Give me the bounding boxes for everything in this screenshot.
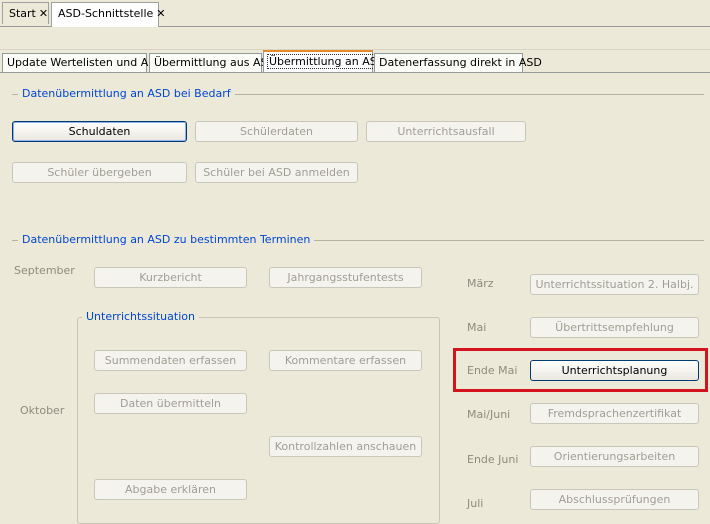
group-title-unterrichtssituation: Unterrichtssituation	[82, 310, 199, 323]
tab-label: Übermittlung an ASD	[266, 54, 388, 69]
close-icon[interactable]: ✕	[39, 7, 48, 20]
tab-label: Update Wertelisten und ASV	[7, 56, 163, 69]
tab-label: Datenerfassung direkt in ASD	[379, 56, 542, 69]
orientierungsarbeiten-button[interactable]: Orientierungsarbeiten	[530, 446, 699, 467]
doc-tab-asd-schnittstelle[interactable]: ASD-Schnittstelle ✕	[51, 2, 166, 27]
tab-body-border	[0, 72, 710, 73]
jahrgangsstufentests-button[interactable]: Jahrgangsstufentests	[269, 267, 422, 288]
month-label-september: September	[14, 264, 75, 277]
tab-datenerfassung-direkt[interactable]: Datenerfassung direkt in ASD	[374, 53, 542, 72]
unterrichtsausfall-button[interactable]: Unterrichtsausfall	[366, 121, 526, 142]
uebertrittsempfehlung-button[interactable]: Übertrittsempfehlung	[530, 317, 699, 338]
month-label-ende-juni: Ende Juni	[467, 453, 519, 466]
daten-uebermitteln-button[interactable]: Daten übermitteln	[94, 393, 247, 414]
tab-uebermittlung-an-asd[interactable]: Übermittlung an ASD	[263, 50, 388, 73]
doc-tab-label: ASD-Schnittstelle	[58, 7, 154, 20]
close-icon[interactable]: ✕	[156, 7, 165, 20]
abschlusspruefungen-button[interactable]: Abschlussprüfungen	[530, 489, 699, 510]
month-label-mai: Mai	[467, 321, 487, 334]
tab-uebermittlung-aus-asd[interactable]: Übermittlung aus ASD	[149, 53, 276, 72]
document-tab-strip: Start ✕ ASD-Schnittstelle ✕	[0, 0, 710, 27]
month-label-mai-juni: Mai/Juni	[467, 408, 511, 421]
tab-label: Übermittlung aus ASD	[154, 56, 276, 69]
month-label-maerz: März	[467, 277, 494, 290]
month-label-ende-mai: Ende Mai	[467, 364, 518, 377]
doc-tab-start[interactable]: Start ✕	[2, 2, 49, 24]
kontrollzahlen-anschauen-button[interactable]: Kontrollzahlen anschauen	[269, 436, 422, 457]
group-title-termine: Datenübermittlung an ASD zu bestimmten T…	[18, 233, 315, 246]
month-label-oktober: Oktober	[20, 404, 65, 417]
unterrichtsplanung-button[interactable]: Unterrichtsplanung	[530, 360, 699, 381]
schueler-bei-asd-anmelden-button[interactable]: Schüler bei ASD anmelden	[195, 162, 358, 183]
kommentare-erfassen-button[interactable]: Kommentare erfassen	[269, 350, 422, 371]
schueler-uebergeben-button[interactable]: Schüler übergeben	[12, 162, 187, 183]
tab-update-wertelisten[interactable]: Update Wertelisten und ASV	[2, 53, 163, 72]
month-label-juli: Juli	[467, 497, 484, 510]
abgabe-erklaeren-button[interactable]: Abgabe erklären	[94, 479, 247, 500]
doc-tab-label: Start	[9, 7, 36, 20]
unterrichtssituation-2-halbj-button[interactable]: Unterrichtssituation 2. Halbj.	[530, 274, 699, 295]
schuldaten-button[interactable]: Schuldaten	[12, 121, 187, 142]
schuelerdaten-button[interactable]: Schülerdaten	[195, 121, 358, 142]
fremdsprachenzertifikat-button[interactable]: Fremdsprachenzertifikat	[530, 403, 699, 424]
group-title-bedarf: Datenübermittlung an ASD bei Bedarf	[18, 87, 235, 100]
summendaten-erfassen-button[interactable]: Summendaten erfassen	[94, 350, 247, 371]
kurzbericht-button[interactable]: Kurzbericht	[94, 267, 247, 288]
